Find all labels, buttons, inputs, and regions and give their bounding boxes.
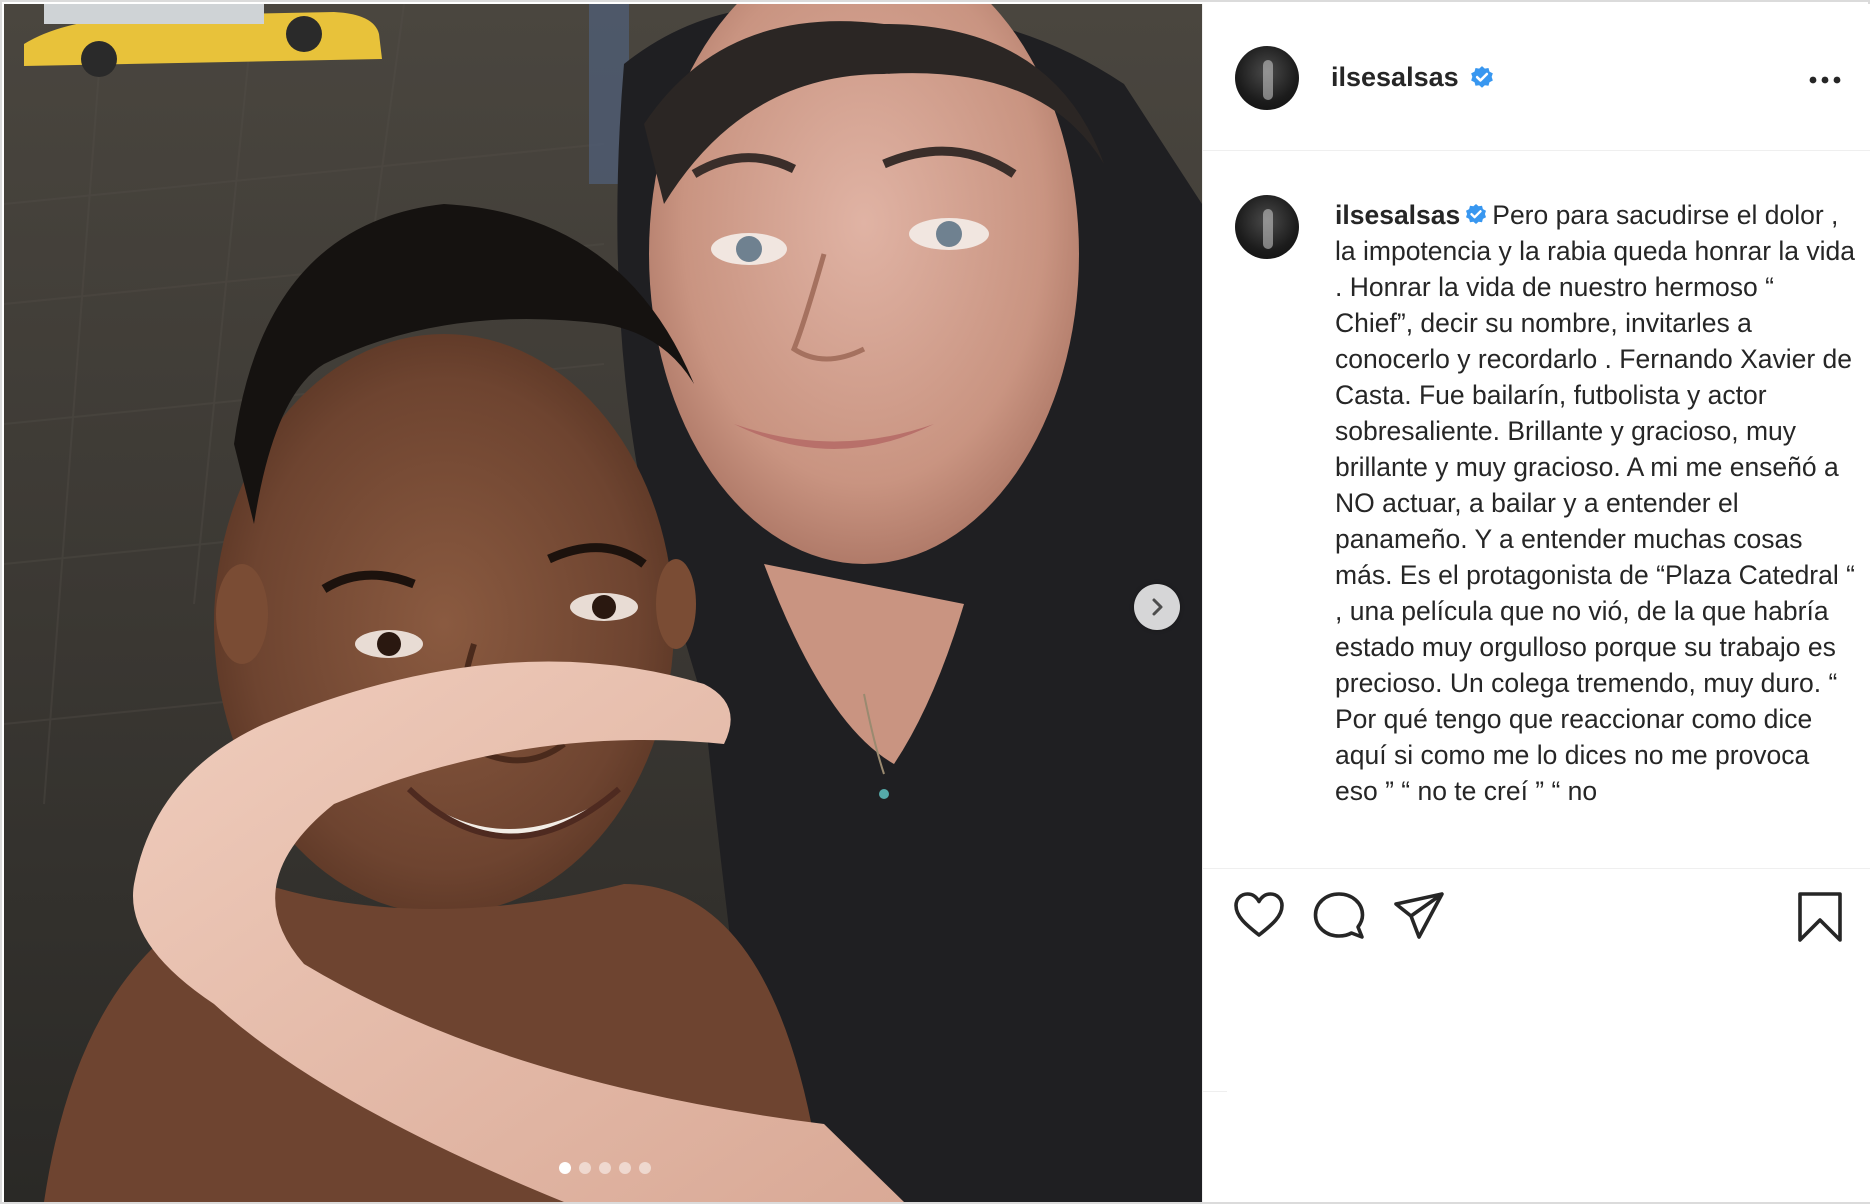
- post-modal: ilsesalsas ilsesalsas Pero para sacudirse…: [0, 0, 1870, 1204]
- post-details-pane: ilsesalsas ilsesalsas Pero para sacudirse…: [1202, 4, 1870, 1202]
- bookmark-icon[interactable]: [1797, 891, 1843, 943]
- carousel-dot: [639, 1162, 651, 1174]
- caption-area: ilsesalsas Pero para sacudirse el dolor ,…: [1203, 151, 1870, 869]
- post-photo[interactable]: [4, 4, 1202, 1202]
- verified-badge-icon: [1471, 66, 1493, 88]
- verified-badge-icon: [1466, 204, 1487, 224]
- more-options-icon[interactable]: [1807, 66, 1843, 94]
- post-header: ilsesalsas: [1203, 4, 1870, 151]
- next-photo-button[interactable]: [1134, 584, 1180, 630]
- chevron-right-icon: [1152, 598, 1163, 616]
- comment-icon[interactable]: [1313, 891, 1365, 941]
- action-bar: [1203, 869, 1870, 959]
- carousel-dot: [579, 1162, 591, 1174]
- heart-icon[interactable]: [1233, 891, 1285, 939]
- avatar[interactable]: [1235, 195, 1299, 259]
- caption-text: Pero para sacudirse el dolor , la impote…: [1335, 200, 1856, 806]
- photo-image: [4, 4, 1202, 1202]
- carousel-indicator: [559, 1162, 651, 1174]
- divider: [1203, 1091, 1227, 1092]
- caption-username[interactable]: ilsesalsas: [1335, 200, 1460, 230]
- post-caption: ilsesalsas Pero para sacudirse el dolor ,…: [1335, 197, 1855, 809]
- carousel-dot: [619, 1162, 631, 1174]
- paper-plane-icon[interactable]: [1393, 891, 1445, 941]
- carousel-dot: [599, 1162, 611, 1174]
- avatar[interactable]: [1235, 46, 1299, 110]
- username-link[interactable]: ilsesalsas: [1331, 62, 1459, 93]
- carousel-dot: [559, 1162, 571, 1174]
